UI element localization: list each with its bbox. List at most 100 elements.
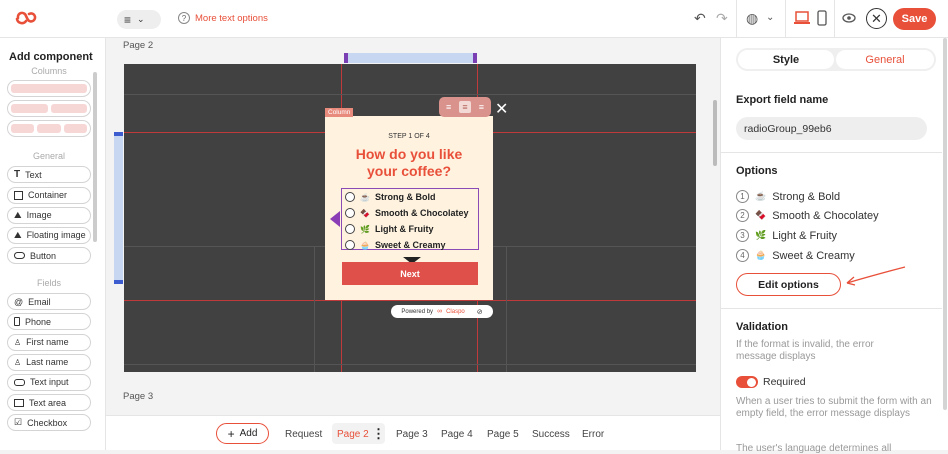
field-text-input[interactable]: Text input [7, 373, 91, 391]
text-icon: T [14, 169, 21, 181]
field-first-name[interactable]: ♙ First name [7, 333, 91, 351]
field-phone[interactable]: Phone [7, 313, 91, 331]
coffee-icon: ☕ [360, 192, 370, 202]
top-toolbar: ≡ ⌄ ? More text options ↶ ↷ ◍ ⌄ ✕ Save [0, 0, 948, 38]
component-container[interactable]: Container [7, 186, 91, 204]
popup-heading: How do you like your coffee? [355, 146, 463, 179]
align-right-icon[interactable]: ≡ [479, 102, 484, 112]
chevron-down-icon[interactable]: ⌄ [766, 12, 774, 23]
tab-success[interactable]: Success [532, 429, 570, 440]
phone-icon [14, 317, 20, 327]
chocolate-icon: 🍫 [360, 208, 370, 218]
leaf-icon: 🌿 [360, 224, 370, 234]
redo-icon[interactable]: ↷ [716, 10, 728, 27]
resize-handle-left[interactable] [114, 132, 123, 284]
grid-line [506, 246, 507, 372]
preview-eye-icon[interactable] [842, 13, 856, 23]
next-button[interactable]: Next [342, 262, 478, 285]
component-image[interactable]: ⛰ Image [7, 206, 91, 224]
field-email[interactable]: @ Email [7, 293, 91, 311]
tab-general[interactable]: General [836, 50, 934, 69]
move-handle-icon[interactable] [330, 211, 340, 227]
more-text-options-link[interactable]: ? More text options [178, 12, 268, 24]
text-align-dropdown[interactable]: ≡ ⌄ [117, 10, 161, 29]
align-left-icon: ≡ [124, 12, 132, 27]
field-checkbox[interactable]: ☑ Checkbox [7, 414, 91, 432]
column-layout-1[interactable] [7, 80, 91, 97]
section-label-columns: Columns [31, 66, 67, 76]
field-text-area[interactable]: Text area [7, 394, 91, 412]
pages-bar: + Add Request Page 2 ⋮ Page 3 Page 4 Pag… [106, 415, 720, 450]
close-icon[interactable]: ✕ [866, 8, 887, 29]
align-left-icon[interactable]: ≡ [446, 102, 451, 112]
radio-button[interactable] [345, 192, 355, 202]
edit-options-button[interactable]: Edit options [736, 273, 841, 296]
mobile-icon[interactable] [817, 10, 827, 26]
scrollbar[interactable] [93, 72, 97, 242]
chocolate-icon: 🍫 [755, 210, 767, 220]
canvas-scrollbar[interactable] [713, 100, 717, 166]
field-last-name[interactable]: ♙ Last name [7, 353, 91, 371]
required-label: Required [763, 376, 806, 388]
column-tag: Column [325, 108, 354, 117]
section-label-fields: Fields [36, 278, 61, 289]
popup-column[interactable]: Column STEP 1 OF 4 How do you like your … [325, 108, 493, 300]
text-input-icon [14, 378, 25, 386]
close-popup-icon[interactable]: ✕ [495, 99, 508, 119]
option-item: 4 🧁 Sweet & Creamy [736, 249, 855, 262]
section-label-general: General [32, 151, 66, 162]
tab-page-4[interactable]: Page 4 [441, 429, 473, 440]
save-button[interactable]: Save [893, 8, 936, 30]
tab-page-5[interactable]: Page 5 [487, 429, 519, 440]
component-floating-image[interactable]: ⛰ Floating image [7, 226, 91, 244]
column-layout-2[interactable] [7, 100, 91, 118]
divider [736, 0, 737, 38]
align-center-icon[interactable]: ≡ [459, 101, 471, 113]
grid-line [124, 364, 696, 365]
logo-icon[interactable] [14, 10, 38, 26]
tab-page-2[interactable]: Page 2 [337, 429, 369, 440]
panel-scrollbar[interactable] [943, 38, 947, 410]
divider [785, 0, 786, 38]
text-area-icon [14, 398, 24, 407]
add-page-button[interactable]: + Add [216, 423, 269, 444]
tab-style[interactable]: Style [738, 50, 834, 69]
required-toggle[interactable] [736, 376, 758, 388]
grid-line [314, 246, 315, 372]
grid-line [124, 94, 696, 95]
desktop-icon[interactable] [794, 11, 810, 25]
guide-line [124, 300, 696, 301]
radio-option[interactable]: 🧁 Sweet & Creamy [345, 237, 475, 253]
radio-option[interactable]: 🌿 Light & Fruity [345, 221, 475, 237]
radio-button[interactable] [345, 224, 355, 234]
globe-icon[interactable]: ◍ [746, 10, 758, 27]
radio-button[interactable] [345, 208, 355, 218]
general-list: T Text Container ⛰ Image ⛰ Floating image B… [0, 166, 105, 265]
radio-option[interactable]: 🍫 Smooth & Chocolatey [345, 205, 475, 221]
column-layout-3[interactable] [7, 120, 91, 138]
option-item: 1 ☕ Strong & Bold [736, 190, 840, 203]
floating-image-icon: ⛰ [14, 229, 22, 240]
export-field-input[interactable]: radioGroup_99eb6 [736, 117, 927, 140]
resize-handle-top[interactable] [344, 53, 477, 63]
more-vertical-icon[interactable]: ⋮ [372, 426, 385, 442]
person-icon: ♙ [14, 357, 22, 367]
radio-button[interactable] [345, 240, 355, 250]
validation-title: Validation [736, 321, 788, 333]
component-button[interactable]: Button [7, 247, 91, 265]
tab-request[interactable]: Request [285, 429, 322, 440]
radio-group[interactable]: ☕ Strong & Bold 🍫 Smooth & Chocolatey 🌿 Lig… [341, 188, 479, 250]
hide-eye-icon[interactable]: ⊘ [477, 308, 483, 316]
annotation-arrow-icon [846, 266, 906, 286]
panel-title: Add component [9, 51, 93, 63]
component-text[interactable]: T Text [7, 166, 91, 184]
cupcake-icon: 🧁 [755, 250, 767, 260]
radio-option[interactable]: ☕ Strong & Bold [345, 189, 475, 205]
powered-by-badge[interactable]: Powered by ∞ Claspo ⊘ [391, 305, 493, 318]
columns-list [0, 80, 105, 138]
tab-page-3[interactable]: Page 3 [396, 429, 428, 440]
chevron-down-icon: ⌄ [137, 14, 145, 24]
tab-error[interactable]: Error [582, 429, 604, 440]
plus-icon: + [227, 426, 235, 441]
undo-icon[interactable]: ↶ [694, 10, 706, 27]
